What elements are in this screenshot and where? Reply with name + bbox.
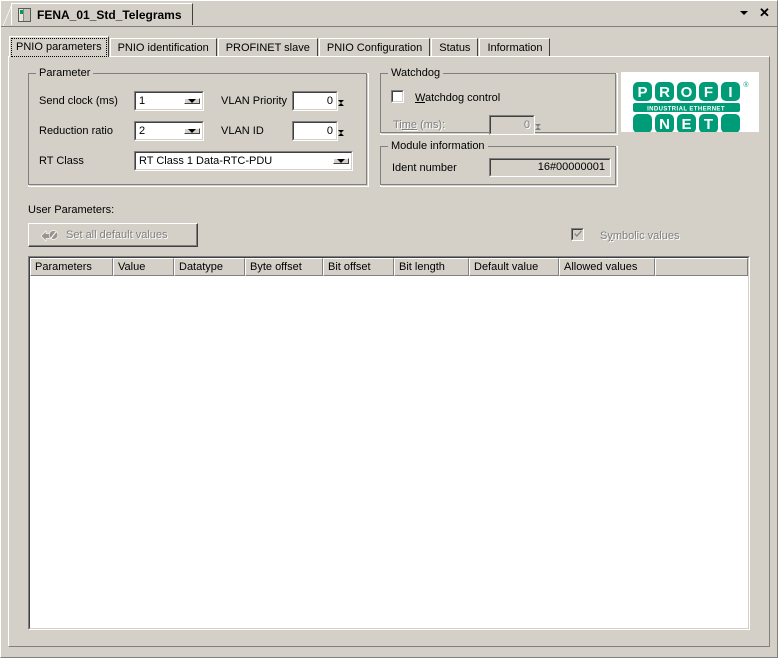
document-title: FENA_01_Std_Telegrams: [37, 7, 182, 22]
parameter-group-title: Parameter: [36, 67, 94, 79]
user-parameters-table: Parameters Value Datatype Byte offset Bi…: [28, 256, 750, 630]
column-header-allowed-values[interactable]: Allowed values: [559, 258, 655, 276]
send-clock-dropdown-button[interactable]: [184, 98, 200, 104]
reduction-ratio-value: 2: [139, 125, 146, 137]
tab-label: PNIO Configuration: [326, 42, 423, 54]
watchdog-time-value: 0: [490, 116, 534, 134]
watchdog-group: Watchdog Watchdog control Time (ms): 0: [380, 67, 618, 139]
table-header-row: Parameters Value Datatype Byte offset Bi…: [30, 258, 748, 276]
tab-label: Status: [439, 42, 471, 54]
svg-text:INDUSTRIAL ETHERNET: INDUSTRIAL ETHERNET: [647, 106, 725, 112]
column-header-byte-offset[interactable]: Byte offset: [245, 258, 323, 276]
profinet-logo: P R O F I N E T INDUSTRIAL ETHERNET ®: [620, 71, 760, 133]
reduction-ratio-combo[interactable]: 2: [134, 121, 204, 141]
watchdog-control-label: Watchdog control: [415, 92, 501, 104]
vlan-id-value: 0: [293, 122, 337, 140]
svg-text:T: T: [704, 116, 713, 133]
triangle-down-icon: [535, 124, 541, 139]
chevron-down-icon: [188, 99, 196, 103]
send-clock-value: 1: [139, 95, 146, 107]
ident-number-value: 16#00000001: [490, 159, 610, 176]
reduction-ratio-label: Reduction ratio: [39, 125, 113, 137]
parameter-group: Parameter Send clock (ms) 1 Reduction ra…: [28, 67, 369, 187]
document-tab[interactable]: FENA_01_Std_Telegrams: [3, 3, 193, 26]
tab-pnio-identification[interactable]: PNIO identification: [109, 38, 217, 57]
chevron-down-icon: [188, 129, 196, 133]
column-header-default-value[interactable]: Default value: [469, 258, 559, 276]
undo-arrow-icon: [40, 230, 59, 242]
tab-pnio-parameters[interactable]: PNIO parameters: [9, 36, 109, 57]
rt-class-value: RT Class 1 Data-RTC-PDU: [139, 155, 273, 167]
column-header-filler: [655, 258, 748, 276]
symbolic-values-label: Symbolic values: [600, 230, 680, 242]
table-body: [30, 276, 748, 628]
rt-class-label: RT Class: [39, 155, 84, 167]
vlan-priority-label: VLAN Priority: [221, 95, 288, 107]
user-parameters-label: User Parameters:: [28, 204, 115, 216]
column-header-datatype[interactable]: Datatype: [174, 258, 245, 276]
tab-pnio-configuration[interactable]: PNIO Configuration: [318, 38, 431, 57]
svg-text:O: O: [681, 84, 693, 101]
vlan-priority-value: 0: [293, 92, 337, 110]
svg-text:E: E: [681, 116, 691, 133]
watchdog-control-checkbox[interactable]: [391, 90, 404, 103]
ident-number-label: Ident number: [392, 162, 457, 174]
svg-text:P: P: [637, 84, 647, 101]
send-clock-label: Send clock (ms): [39, 95, 118, 107]
vlan-id-label: VLAN ID: [221, 125, 264, 137]
title-bar: FENA_01_Std_Telegrams ✕: [1, 1, 777, 27]
svg-text:R: R: [659, 84, 670, 101]
rt-class-dropdown-button[interactable]: [333, 158, 349, 164]
tab-label: PROFINET slave: [225, 42, 310, 54]
profinet-logo-graphic: P R O F I N E T INDUSTRIAL ETHERNET ®: [621, 72, 759, 133]
window-controls: ✕: [737, 5, 771, 20]
watchdog-time-spinner[interactable]: 0: [489, 115, 550, 139]
module-information-group: Module information Ident number 16#00000…: [380, 140, 618, 187]
symbolic-values-checkbox[interactable]: [571, 228, 584, 241]
reduction-ratio-dropdown-button[interactable]: [184, 128, 200, 134]
chevron-down-icon[interactable]: [737, 5, 750, 20]
vlan-id-decrement-button[interactable]: [338, 130, 353, 145]
vlan-priority-decrement-button[interactable]: [338, 100, 353, 115]
svg-text:F: F: [704, 84, 713, 101]
module-icon: [18, 7, 31, 22]
checkmark-icon: [574, 230, 582, 237]
ident-number-field: 16#00000001: [489, 158, 611, 177]
watchdog-time-label: Time (ms):: [393, 119, 446, 131]
set-all-default-values-button[interactable]: Set all default values: [28, 223, 198, 247]
svg-text:I: I: [728, 84, 732, 101]
send-clock-combo[interactable]: 1: [134, 91, 204, 111]
vlan-id-spinner[interactable]: 0: [292, 121, 353, 145]
tab-profinet-slave[interactable]: PROFINET slave: [217, 38, 318, 57]
tab-page-pnio-parameters: Parameter Send clock (ms) 1 Reduction ra…: [8, 56, 770, 647]
chevron-down-icon: [337, 159, 345, 163]
column-header-bit-length[interactable]: Bit length: [394, 258, 469, 276]
column-header-value[interactable]: Value: [113, 258, 174, 276]
column-header-parameters[interactable]: Parameters: [30, 258, 113, 276]
tab-label: Information: [487, 42, 543, 54]
tab-information[interactable]: Information: [479, 38, 551, 57]
triangle-down-icon: [338, 130, 344, 145]
tab-status[interactable]: Status: [431, 38, 479, 57]
svg-text:®: ®: [743, 81, 749, 89]
rt-class-combo[interactable]: RT Class 1 Data-RTC-PDU: [134, 151, 353, 171]
tab-label: PNIO identification: [117, 42, 209, 54]
triangle-down-icon: [338, 100, 344, 115]
set-all-default-values-label: Set all default values: [66, 229, 168, 241]
column-header-bit-offset[interactable]: Bit offset: [323, 258, 394, 276]
watchdog-time-decrement-button[interactable]: [535, 124, 550, 139]
module-information-group-title: Module information: [388, 140, 488, 152]
tab-strip: PNIO parameters PNIO identification PROF…: [1, 35, 777, 57]
close-icon[interactable]: ✕: [758, 5, 771, 20]
watchdog-group-title: Watchdog: [388, 67, 444, 79]
svg-text:N: N: [659, 116, 670, 133]
vlan-priority-spinner[interactable]: 0: [292, 91, 353, 115]
pnio-parameters-window: FENA_01_Std_Telegrams ✕ PNIO parameters …: [0, 0, 778, 658]
